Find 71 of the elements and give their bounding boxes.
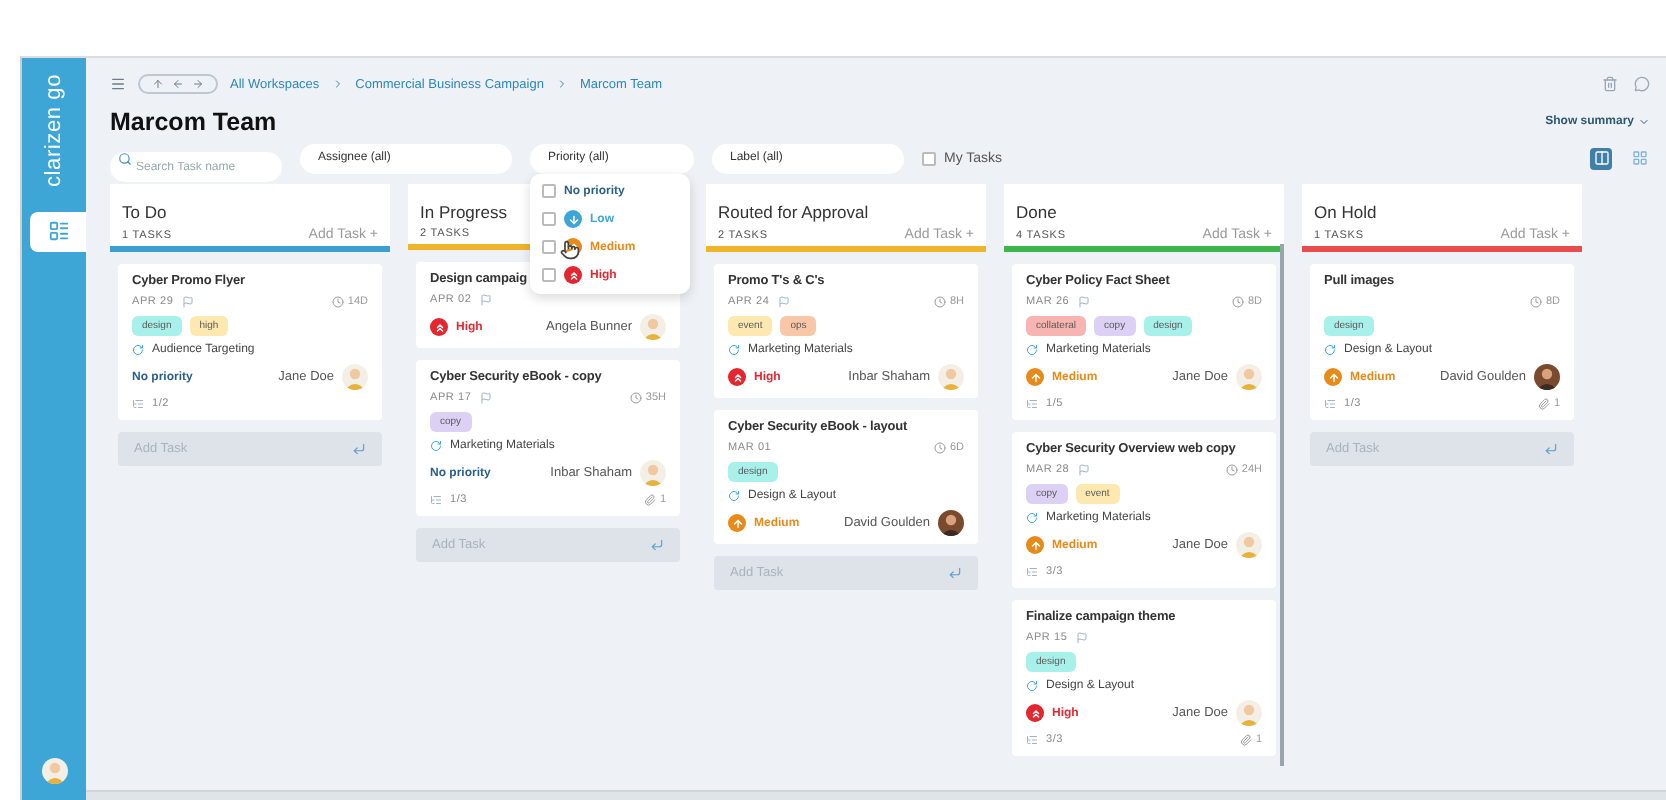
flag-icon[interactable]	[1077, 464, 1090, 476]
checkbox[interactable]	[542, 240, 556, 254]
chevron-icon	[555, 78, 568, 90]
page-title: Marcom Team	[110, 108, 277, 136]
project-icon	[728, 490, 740, 502]
project-icon	[728, 344, 740, 356]
checkbox[interactable]	[542, 184, 556, 198]
board-view-button[interactable]	[1590, 147, 1612, 169]
subtasks-icon	[430, 494, 442, 506]
flag-icon[interactable]	[479, 294, 492, 306]
priority-icon	[728, 368, 746, 386]
enter-icon	[948, 566, 962, 580]
column-title: Routed for Approval	[718, 202, 869, 222]
flag-icon[interactable]	[181, 296, 194, 308]
scrollbar[interactable]	[86, 790, 1666, 800]
checkbox[interactable]	[922, 151, 936, 165]
board-nav-tab[interactable]	[30, 211, 86, 251]
enter-icon	[352, 442, 366, 456]
column-title: In Progress	[420, 202, 507, 222]
avatar-icon	[41, 758, 67, 784]
flag-icon[interactable]	[777, 296, 790, 308]
clock-icon	[1529, 296, 1542, 308]
column-title: To Do	[122, 202, 167, 222]
project-icon	[132, 344, 144, 356]
board-icon	[47, 220, 69, 242]
subtasks-icon	[1026, 734, 1038, 746]
clock-icon	[933, 442, 946, 454]
clock-icon	[1225, 464, 1238, 476]
priority-icon	[564, 266, 582, 284]
comment-icon[interactable]	[1634, 76, 1650, 92]
navigation-buttons[interactable]	[138, 74, 218, 94]
checkbox[interactable]	[542, 212, 556, 226]
clock-icon	[1231, 296, 1244, 308]
clock-icon	[629, 392, 642, 404]
grid-view-button[interactable]	[1628, 147, 1650, 169]
priority-icon	[728, 514, 746, 532]
enter-icon	[650, 538, 664, 552]
checkbox[interactable]	[542, 268, 556, 282]
flag-icon[interactable]	[479, 392, 492, 404]
project-icon	[430, 440, 442, 452]
priority-icon	[1324, 368, 1342, 386]
menu-icon[interactable]	[110, 76, 126, 92]
subtasks-icon	[1324, 398, 1336, 410]
clock-icon	[933, 296, 946, 308]
priority-icon	[430, 318, 448, 336]
flag-icon[interactable]	[1075, 632, 1088, 644]
clock-icon	[331, 296, 344, 308]
project-icon	[1026, 680, 1038, 692]
column-title: On Hold	[1314, 202, 1377, 222]
caret-icon	[1638, 116, 1650, 128]
logo: clarizen go	[42, 74, 66, 187]
subtasks-icon	[1026, 566, 1038, 578]
project-icon	[1324, 344, 1336, 356]
enter-icon	[1544, 442, 1558, 456]
trash-icon[interactable]	[1602, 76, 1618, 92]
flag-icon[interactable]	[1077, 296, 1090, 308]
project-icon	[1026, 512, 1038, 524]
priority-icon	[564, 210, 582, 228]
chevron-icon	[331, 78, 344, 90]
search-icon	[118, 151, 132, 165]
priority-icon	[1026, 536, 1044, 554]
priority-icon	[1026, 368, 1044, 386]
subtasks-icon	[132, 398, 144, 410]
paperclip-icon	[1537, 398, 1550, 410]
project-icon	[1026, 344, 1038, 356]
column-title: Done	[1016, 202, 1057, 222]
paperclip-icon	[1239, 734, 1252, 746]
scrollbar[interactable]	[1280, 244, 1284, 766]
subtasks-icon	[1026, 398, 1038, 410]
paperclip-icon	[643, 494, 656, 506]
priority-icon	[1026, 704, 1044, 722]
